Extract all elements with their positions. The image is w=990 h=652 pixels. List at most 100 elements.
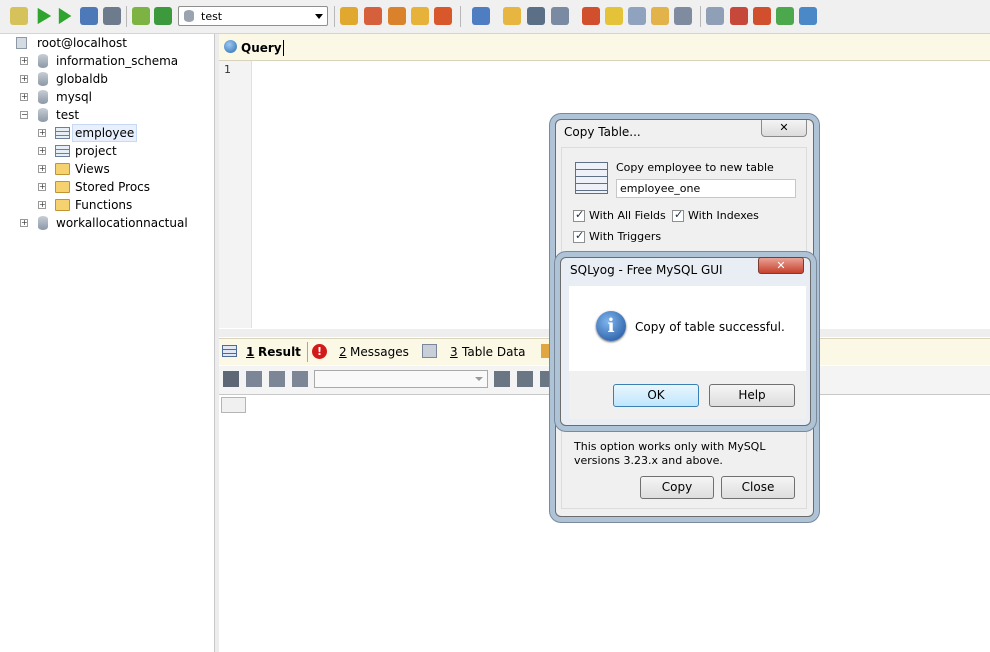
server-icon: [16, 37, 27, 49]
expand-icon[interactable]: +: [38, 147, 46, 155]
notify-icon[interactable]: [776, 7, 794, 25]
result-export-icon[interactable]: [292, 371, 308, 387]
expand-icon[interactable]: +: [20, 75, 28, 83]
tree-item-label: globaldb: [56, 72, 108, 86]
results-icon[interactable]: [80, 7, 98, 25]
tab-result[interactable]: 1 Result: [219, 339, 307, 365]
result-view-icon[interactable]: [223, 371, 239, 387]
designer-icon[interactable]: [628, 7, 646, 25]
clear-icon[interactable]: [503, 7, 521, 25]
expand-icon[interactable]: +: [38, 165, 46, 173]
tree-item-label: test: [56, 108, 80, 122]
line-gutter: 1: [219, 61, 252, 328]
edit-icon[interactable]: [132, 7, 150, 25]
tab-query[interactable]: Query: [221, 36, 284, 60]
toolbar-separator: [126, 6, 127, 27]
close-icon[interactable]: ✕: [758, 257, 804, 274]
expand-icon[interactable]: +: [20, 93, 28, 101]
expand-icon[interactable]: +: [38, 201, 46, 209]
expand-icon[interactable]: +: [20, 219, 28, 227]
collapse-icon[interactable]: −: [20, 111, 28, 119]
scheduled-icon[interactable]: [753, 7, 771, 25]
database-icon: [38, 72, 48, 86]
save-icon[interactable]: [517, 371, 533, 387]
table-icon: [55, 127, 70, 139]
close-icon[interactable]: ✕: [761, 120, 807, 137]
tree-item-label: employee: [71, 124, 138, 142]
tree-icon[interactable]: [799, 7, 817, 25]
result-text-icon[interactable]: [269, 371, 285, 387]
search-icon[interactable]: [527, 7, 545, 25]
query-builder-icon[interactable]: [605, 7, 623, 25]
restore-icon[interactable]: [411, 7, 429, 25]
chevron-down-icon: [315, 14, 323, 19]
backup-icon[interactable]: [388, 7, 406, 25]
create-db-icon[interactable]: [340, 7, 358, 25]
toolbar-separator: [334, 6, 335, 27]
transfer-icon[interactable]: [730, 7, 748, 25]
tab-result-label: Result: [258, 345, 301, 359]
result-form-icon[interactable]: [246, 371, 262, 387]
connect-icon[interactable]: [10, 7, 28, 25]
message-dialog-title: SQLyog - Free MySQL GUI: [570, 263, 723, 277]
tab-divider: [307, 342, 308, 362]
info-icon: i: [596, 311, 626, 341]
user-manager-icon[interactable]: [472, 7, 490, 25]
database-icon: [184, 10, 194, 22]
text-cursor: [283, 40, 284, 56]
ok-button[interactable]: OK: [613, 384, 699, 407]
with-all-fields-checkbox[interactable]: [573, 208, 585, 222]
reload-icon[interactable]: [154, 7, 172, 25]
tab-messages-label: Messages: [350, 345, 409, 359]
database-icon: [38, 90, 48, 104]
add-row-icon[interactable]: [494, 371, 510, 387]
expand-icon[interactable]: +: [20, 57, 28, 65]
with-indexes-checkbox[interactable]: [672, 208, 684, 222]
error-icon: !: [312, 344, 327, 359]
sync-icon[interactable]: [706, 7, 724, 25]
tab-messages-number: 2: [339, 345, 347, 359]
tab-messages[interactable]: ! 2 Messages: [309, 339, 419, 365]
close-button[interactable]: Close: [721, 476, 795, 499]
expand-icon[interactable]: +: [38, 183, 46, 191]
grid-corner-cell[interactable]: [221, 397, 246, 413]
create-table-icon[interactable]: [364, 7, 382, 25]
database-icon: [38, 108, 48, 122]
refresh-icon[interactable]: [103, 7, 121, 25]
copy-button[interactable]: Copy: [640, 476, 714, 499]
database-icon: [38, 54, 48, 68]
database-select-value: test: [201, 10, 223, 23]
execute-icon[interactable]: [37, 7, 52, 25]
tree-item-label: mysql: [56, 90, 92, 104]
new-table-name-field[interactable]: [616, 179, 796, 198]
folder-icon: [55, 181, 70, 193]
main-toolbar: test: [0, 0, 990, 34]
expand-icon[interactable]: +: [38, 129, 46, 137]
table-icon: [55, 145, 70, 157]
with-triggers-checkbox[interactable]: [573, 229, 585, 243]
tree-item-label: Stored Procs: [75, 180, 151, 194]
view-mode-icon[interactable]: [551, 7, 569, 25]
execute-all-icon[interactable]: [58, 7, 72, 25]
copy-table-icon: [575, 162, 608, 194]
schema-icon[interactable]: [582, 7, 600, 25]
database-icon: [38, 216, 48, 230]
export-icon[interactable]: [674, 7, 692, 25]
copy-prompt: Copy employee to new table: [616, 161, 774, 174]
result-filter-select[interactable]: [314, 370, 488, 388]
tab-table-data[interactable]: 3 Table Data: [421, 339, 537, 365]
with-triggers-label: With Triggers: [589, 230, 662, 243]
import-icon[interactable]: [434, 7, 452, 25]
chevron-down-icon: [475, 377, 483, 381]
query-tab-bar: [219, 34, 990, 61]
help-button[interactable]: Help: [709, 384, 795, 407]
delete-row-icon[interactable]: [540, 371, 554, 387]
version-note: This option works only with MySQL versio…: [574, 440, 766, 467]
tree-item-label: project: [75, 144, 117, 158]
tree-item-label: information_schema: [56, 54, 179, 68]
history-icon[interactable]: [651, 7, 669, 25]
database-select[interactable]: test: [178, 6, 328, 26]
info-tab-icon[interactable]: [541, 344, 555, 358]
toolbar-separator: [700, 6, 701, 27]
query-tab-label: Query: [241, 41, 282, 55]
